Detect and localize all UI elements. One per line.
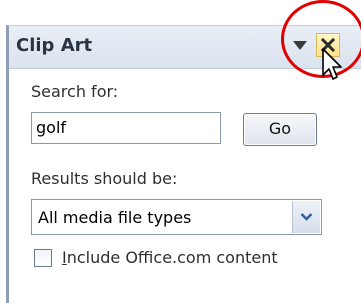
dropdown-button[interactable] [292, 201, 320, 233]
media-type-selected: All media file types [38, 208, 192, 227]
go-button[interactable]: Go [243, 113, 317, 146]
results-label: Results should be: [31, 169, 178, 188]
include-office-label-text: nclude Office.com content [66, 248, 278, 267]
chevron-down-icon [300, 213, 313, 221]
include-office-label[interactable]: Include Office.com content [62, 248, 278, 267]
media-type-select[interactable]: All media file types [31, 199, 322, 235]
pane-title: Clip Art [16, 35, 93, 56]
search-input[interactable]: golf [31, 112, 221, 144]
search-for-label: Search for: [31, 82, 119, 101]
mouse-cursor-icon [322, 48, 342, 80]
include-office-checkbox[interactable] [34, 249, 52, 267]
